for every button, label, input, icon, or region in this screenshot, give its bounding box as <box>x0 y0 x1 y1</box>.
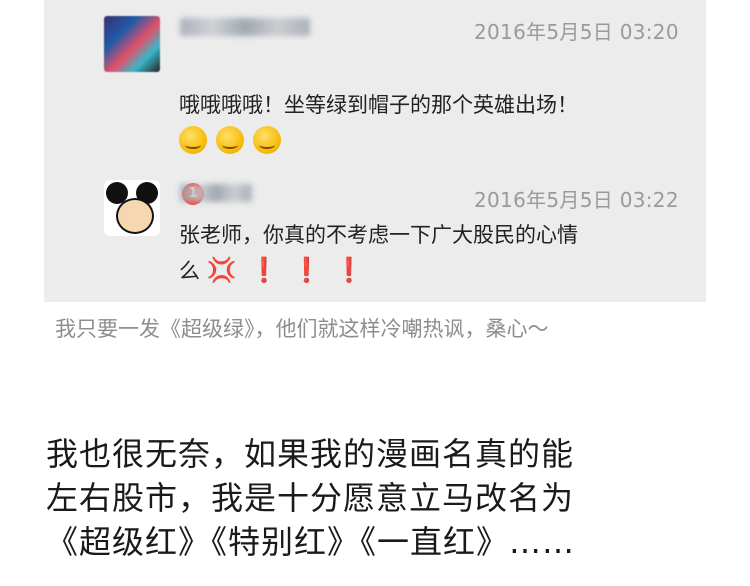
message-line: 么 💢 ❗ ❗ ❗ <box>179 253 578 289</box>
exclamation-icon: ❗ <box>334 256 365 284</box>
paragraph-line: 我也很无奈，如果我的漫画名真的能 <box>46 435 575 473</box>
grimace-emoji-icon <box>253 126 282 154</box>
message-line: 张老师，你真的不考虑一下广大股民的心情 <box>179 223 578 247</box>
avatar-mickey[interactable] <box>104 180 160 236</box>
username-blurred <box>180 18 310 36</box>
message-text: 张老师，你真的不考虑一下广大股民的心情 么 💢 ❗ ❗ ❗ <box>179 218 578 289</box>
exclamation-icon: ❗ <box>291 256 322 284</box>
grimace-emoji-icon <box>179 126 207 154</box>
anger-symbol-icon: 💢 <box>206 256 237 284</box>
paragraph-line: 《超级红》《特别红》《一直红》…… <box>46 523 576 561</box>
chat-screenshot-card: 2016年5月5日 03:20 哦哦哦哦！坐等绿到帽子的那个英雄出场！ 1 20… <box>44 0 706 302</box>
message-timestamp: 2016年5月5日 03:20 <box>474 20 679 44</box>
emoji-row <box>179 126 285 154</box>
username-blurred <box>180 184 252 202</box>
image-caption: 我只要一发《超级绿》，他们就这样冷嘲热讽，桑心～ <box>55 317 549 341</box>
message-line-tail: 么 <box>179 259 200 283</box>
grimace-emoji-icon <box>216 126 245 154</box>
paragraph-line: 左右股市，我是十分愿意立马改名为 <box>46 479 575 517</box>
exclamation-icon: ❗ <box>249 256 280 284</box>
avatar[interactable] <box>104 16 160 72</box>
message-text: 哦哦哦哦！坐等绿到帽子的那个英雄出场！ <box>179 93 578 117</box>
body-paragraph: 我也很无奈，如果我的漫画名真的能 左右股市，我是十分愿意立马改名为 《超级红》《… <box>46 432 736 564</box>
message-timestamp: 2016年5月5日 03:22 <box>474 188 679 212</box>
